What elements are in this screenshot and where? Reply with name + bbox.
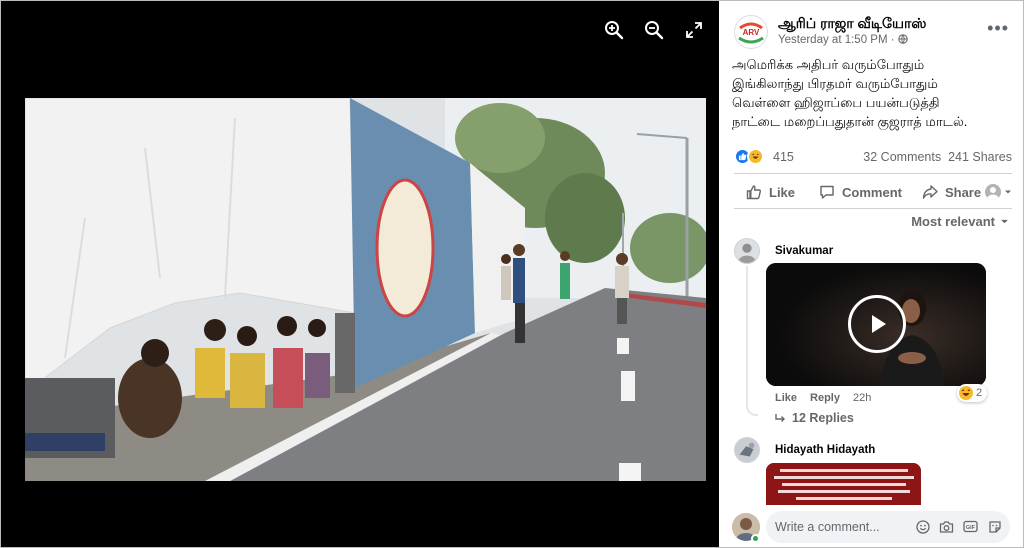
divider <box>734 173 1012 174</box>
zoom-in-icon[interactable] <box>603 19 625 41</box>
replies-count: 12 Replies <box>792 411 854 425</box>
share-icon <box>922 185 938 199</box>
like-button[interactable]: Like <box>746 184 795 200</box>
post-actions: Like Comment Share <box>734 181 1012 203</box>
gif-icon[interactable]: GIF <box>963 519 978 534</box>
post-text-line: இங்கிலாந்து பிரதமர் வரும்போதும் <box>732 76 938 91</box>
play-button-icon[interactable] <box>848 295 906 353</box>
comment-image-graphic <box>766 463 921 505</box>
post-time-text[interactable]: Yesterday at 1:50 PM · <box>778 34 898 46</box>
comment-sort-dropdown[interactable]: Most relevant <box>911 214 1009 229</box>
divider <box>734 208 1012 209</box>
caret-down-icon <box>1005 190 1011 194</box>
comment-composer: Write a comment... GIF <box>732 511 1013 543</box>
camera-icon[interactable] <box>939 519 954 534</box>
post-text-line: அமெரிக்க அதிபர் வரும்போதும் <box>732 57 925 72</box>
comment-count[interactable]: 32 Comments <box>863 150 941 164</box>
haha-reaction-icon <box>959 386 973 400</box>
composer-icons: GIF <box>915 519 1002 534</box>
viewer-toolbar <box>603 19 705 41</box>
comment-timestamp[interactable]: 22h <box>853 392 871 404</box>
haha-reaction-icon <box>747 148 764 165</box>
page-avatar[interactable]: ARV <box>734 15 768 49</box>
comment-reactions[interactable]: 2 <box>957 384 988 402</box>
caret-down-icon <box>1001 219 1008 224</box>
post-panel: ARV ஆரிப் ராஜா வீடியோஸ் Yesterday at 1:5… <box>720 1 1023 547</box>
zoom-out-icon[interactable] <box>643 19 665 41</box>
fullscreen-icon[interactable] <box>683 19 705 41</box>
reaction-icons[interactable] <box>734 148 764 165</box>
reactions-summary: 415 32 Comments 241 Shares <box>734 148 1012 166</box>
comment-button[interactable]: Comment <box>819 184 902 200</box>
thumbs-up-icon <box>746 185 762 200</box>
commenter-avatar[interactable] <box>734 437 760 463</box>
commenter-avatar[interactable] <box>734 238 760 264</box>
comment-placeholder: Write a comment... <box>775 520 880 534</box>
emoji-icon[interactable] <box>915 519 930 534</box>
comment-image[interactable] <box>766 463 921 505</box>
profile-avatar-small <box>985 184 1001 200</box>
comment-video[interactable] <box>766 263 986 386</box>
commenter-name[interactable]: Sivakumar <box>775 245 833 257</box>
comment-input[interactable]: Write a comment... GIF <box>766 511 1010 543</box>
share-count[interactable]: 241 Shares <box>948 150 1012 164</box>
share-button[interactable]: Share <box>922 184 981 200</box>
svg-text:GIF: GIF <box>966 525 976 531</box>
post-text: அமெரிக்க அதிபர் வரும்போதும் இங்கிலாந்து … <box>732 55 1017 131</box>
reaction-count[interactable]: 415 <box>773 150 794 164</box>
sticker-icon[interactable] <box>987 519 1002 534</box>
comment-reaction-count: 2 <box>976 387 983 399</box>
comment-reply-link[interactable]: Reply <box>810 392 840 404</box>
more-options-icon[interactable]: ••• <box>987 19 1009 37</box>
online-status-dot <box>751 534 760 543</box>
comment-icon <box>820 185 834 199</box>
sort-label: Most relevant <box>911 214 995 229</box>
comment-label: Comment <box>842 184 902 200</box>
thread-line <box>746 266 758 416</box>
reply-arrow-icon <box>775 414 785 422</box>
commenter-name[interactable]: Hidayath Hidayath <box>775 444 875 456</box>
page-logo-text: ARV <box>743 28 760 37</box>
post-text-line: நாட்டை மறைப்பதுதான் குஜராத் மாடல். <box>732 114 968 129</box>
post-photo[interactable] <box>25 98 706 481</box>
engagement-counts: 32 Comments 241 Shares <box>863 150 1012 164</box>
page-name[interactable]: ஆரிப் ராஜா வீடியோஸ் <box>778 15 926 34</box>
photo-scene <box>25 98 706 481</box>
view-replies-link[interactable]: 12 Replies <box>775 411 854 425</box>
like-label: Like <box>769 184 796 200</box>
post-header: ARV ஆரிப் ராஜா வீடியோஸ் Yesterday at 1:5… <box>734 13 1013 53</box>
globe-icon <box>898 34 908 46</box>
post-timestamp[interactable]: Yesterday at 1:50 PM · <box>778 34 908 46</box>
comment-meta: Like Reply 22h <box>775 392 871 404</box>
reaction-profile-selector[interactable] <box>985 184 1012 200</box>
share-label: Share <box>944 184 982 200</box>
post-text-line: வெள்ளை ஹிஜாப்பை பயன்படுத்தி <box>732 95 940 110</box>
comment-like-link[interactable]: Like <box>775 392 797 404</box>
photo-viewer <box>1 1 719 547</box>
